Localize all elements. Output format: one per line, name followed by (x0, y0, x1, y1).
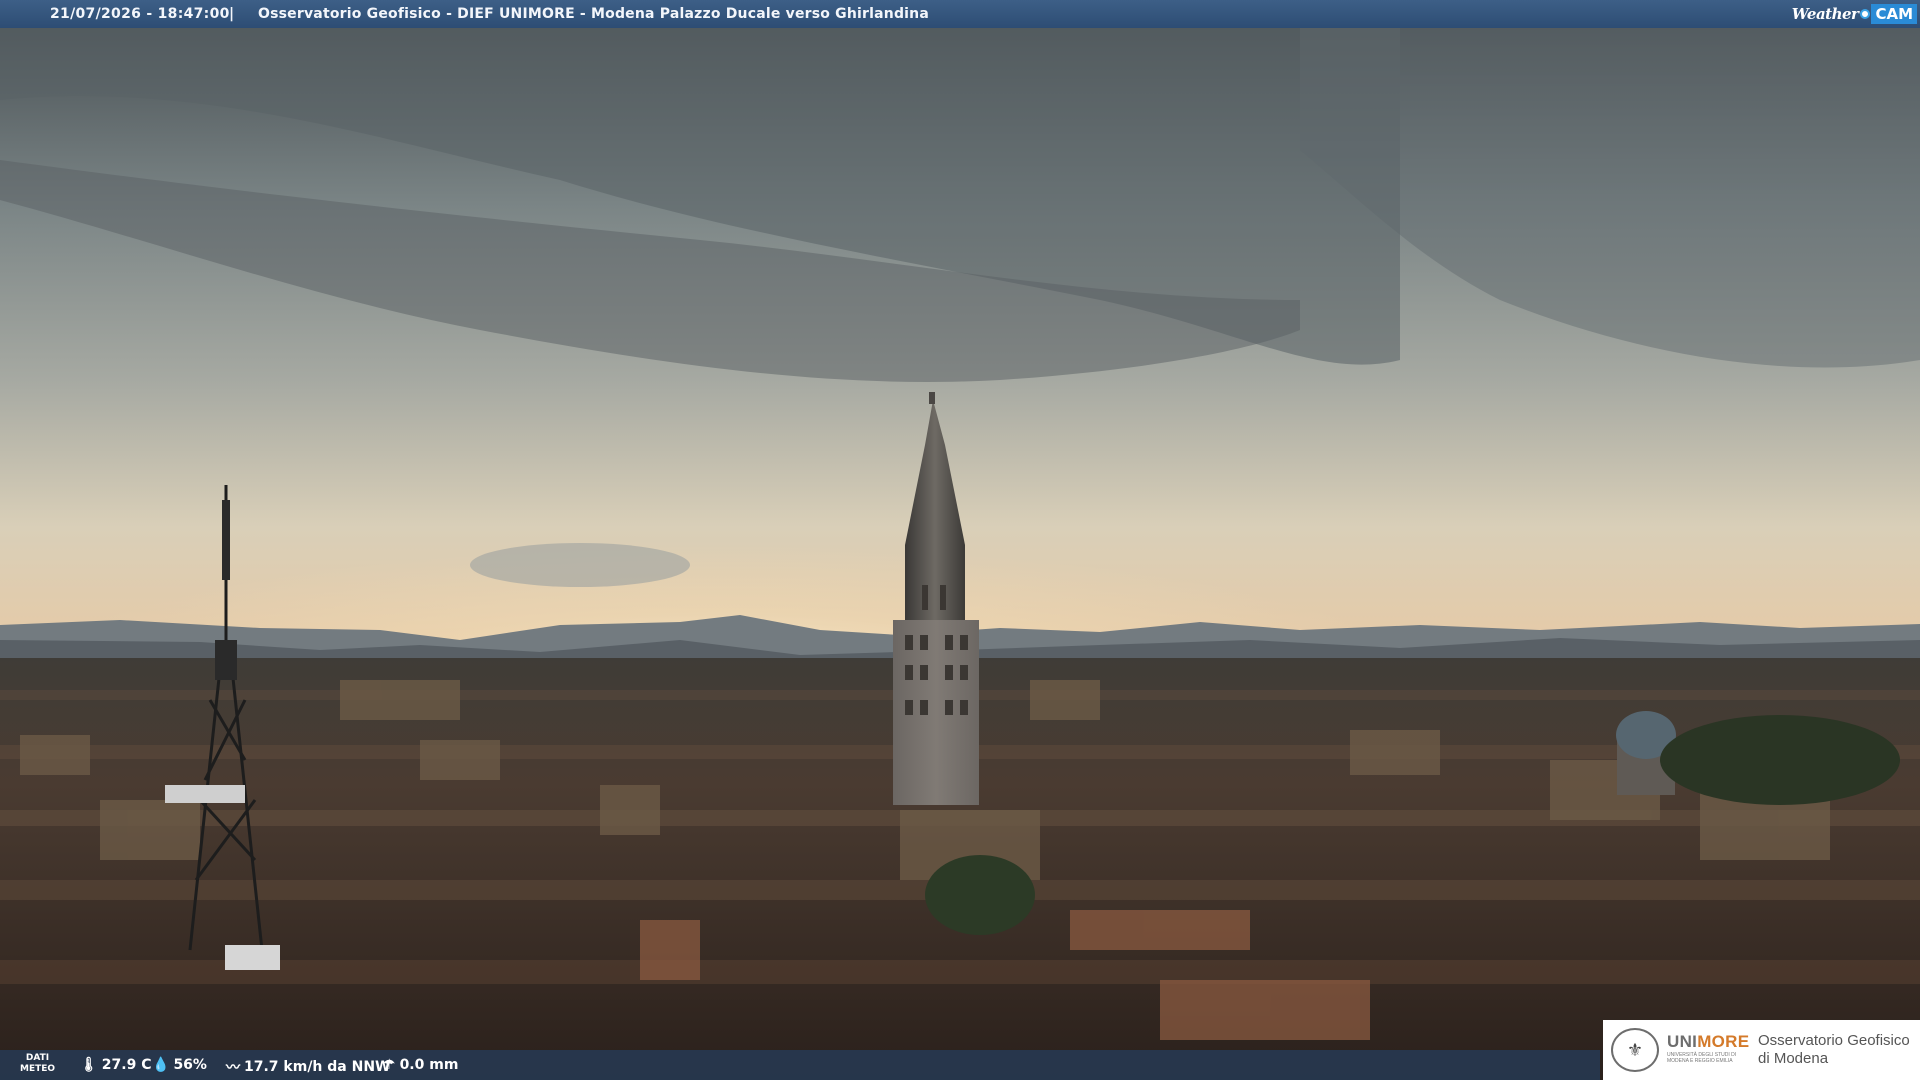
wind-reading: 〰 17.7 km/h da NNW (226, 1057, 391, 1077)
humidity-reading: 💧 56% (152, 1057, 207, 1073)
header-bar: 21/07/2026 - 18:47:00 | Osservatorio Geo… (0, 0, 1920, 28)
unimore-prefix: UNI (1667, 1032, 1698, 1051)
unimore-subtitle: UNIVERSITÀ DEGLI STUDI DI MODENA E REGGI… (1667, 1052, 1737, 1064)
weathercam-dot-icon (1860, 9, 1871, 19)
unimore-wordmark: UNIMORE (1667, 1032, 1749, 1052)
webcam-frame: 21/07/2026 - 18:47:00 | Osservatorio Geo… (0, 0, 1920, 1080)
observatory-line1: Osservatorio Geofisico (1758, 1032, 1910, 1049)
temperature-reading: 🌡 27.9 C (80, 1057, 151, 1073)
weathercam-logo-weather: Weather (1791, 5, 1859, 23)
weather-label-line1: DATI (25, 1053, 50, 1063)
thermometer-icon: 🌡 (80, 1057, 98, 1073)
unimore-logo-box[interactable]: ⚜ UNIMORE UNIVERSITÀ DEGLI STUDI DI MODE… (1603, 1020, 1920, 1080)
temperature-value: 27.9 C (101, 1057, 152, 1073)
rain-gauge-icon: ☂ (383, 1057, 396, 1073)
weather-label-line2: METEO (20, 1064, 56, 1074)
humidity-value: 56% (173, 1057, 207, 1073)
observatory-line2: di Modena (1758, 1050, 1829, 1067)
unimore-suffix: MORE (1697, 1032, 1750, 1051)
weathercam-logo[interactable]: Weather CAM (1792, 3, 1917, 25)
rain-reading: ☂ 0.0 mm (383, 1057, 458, 1073)
city-skyline-photo (0, 28, 1920, 1080)
weather-data-bar: DATI METEO 🌡 27.9 C 💧 56% 〰 17.7 km/h da… (0, 1050, 1600, 1080)
wind-value: 17.7 km/h da NNW (244, 1059, 391, 1075)
rain-value: 0.0 mm (399, 1057, 459, 1073)
weathercam-logo-cam: CAM (1871, 4, 1917, 24)
header-separator: | (229, 6, 235, 22)
timestamp: 21/07/2026 - 18:47:00 (50, 6, 230, 22)
observatory-name: Osservatorio Geofisico di Modena (1758, 1032, 1910, 1068)
humidity-drop-icon: 💧 (152, 1057, 170, 1073)
weather-label: DATI METEO (20, 1053, 55, 1075)
university-seal-icon: ⚜ (1611, 1028, 1659, 1072)
camera-title: Osservatorio Geofisico - DIEF UNIMORE - … (258, 6, 929, 22)
wind-icon: 〰 (226, 1060, 240, 1076)
